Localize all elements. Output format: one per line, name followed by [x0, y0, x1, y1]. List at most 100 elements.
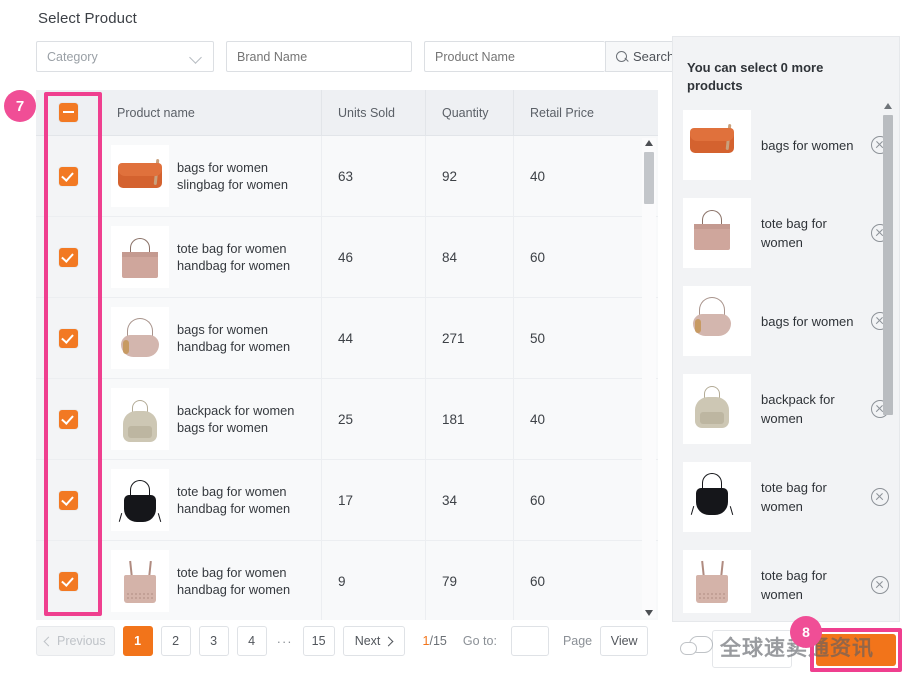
- next-page-label: Next: [354, 634, 381, 648]
- product-thumbnail: [111, 388, 169, 450]
- row-checkbox-cell: [36, 541, 101, 620]
- row-units-sold: 63: [321, 136, 425, 216]
- select-all-checkbox-cell: [36, 103, 101, 122]
- select-all-checkbox[interactable]: [59, 103, 78, 122]
- category-select-value: Category: [47, 49, 98, 64]
- page-indicator-current: 1: [422, 634, 430, 648]
- selected-products-list: bags for women tote bag for women bags f…: [673, 101, 899, 613]
- page-button-4[interactable]: 4: [236, 626, 267, 656]
- page-button-1[interactable]: 1: [122, 626, 153, 656]
- table-row[interactable]: tote bag for women handbag for women 17 …: [36, 460, 658, 541]
- row-checkbox-cell: [36, 136, 101, 216]
- table-row[interactable]: tote bag for women handbag for women 46 …: [36, 217, 658, 298]
- page-button-last[interactable]: 15: [302, 626, 335, 656]
- row-quantity: 271: [425, 298, 513, 378]
- category-select[interactable]: Category: [36, 41, 214, 72]
- scroll-up-arrow-icon[interactable]: [644, 140, 653, 146]
- scroll-down-arrow-icon[interactable]: [644, 610, 653, 616]
- table-scrollbar[interactable]: [642, 138, 656, 618]
- page-title: Select Product: [38, 10, 137, 27]
- product-name: backpack for women bags for women: [177, 403, 295, 435]
- row-product-cell: tote bag for women handbag for women: [101, 217, 321, 297]
- chevron-down-icon: [190, 50, 203, 63]
- row-retail-price: 40: [513, 136, 658, 216]
- footer-secondary-button[interactable]: [712, 630, 792, 668]
- row-checkbox-cell: [36, 298, 101, 378]
- row-product-cell: tote bag for women handbag for women: [101, 541, 321, 620]
- page-indicator-total: 15: [432, 634, 447, 648]
- row-units-sold: 25: [321, 379, 425, 459]
- select-product-dialog: Select Product Category Search Product n…: [0, 0, 919, 680]
- product-search-group: Search: [424, 41, 686, 72]
- annotation-badge-8: 8: [790, 616, 822, 648]
- row-retail-price: 50: [513, 298, 658, 378]
- product-name-input[interactable]: [424, 41, 605, 72]
- scrollbar-thumb[interactable]: [644, 152, 654, 204]
- view-button[interactable]: View: [600, 626, 649, 656]
- table-row[interactable]: bags for women handbag for women 44 271 …: [36, 298, 658, 379]
- goto-label: Go to:: [462, 634, 497, 648]
- row-retail-price: 60: [513, 541, 658, 620]
- list-item: backpack for women: [683, 365, 899, 453]
- previous-page-button[interactable]: Previous: [36, 626, 115, 656]
- product-name: tote bag for women handbag for women: [177, 241, 291, 273]
- goto-page-input[interactable]: [510, 626, 549, 656]
- list-item: tote bag for women: [683, 453, 899, 541]
- column-header-product-name[interactable]: Product name: [101, 106, 321, 120]
- product-thumbnail: [111, 145, 169, 207]
- column-header-quantity[interactable]: Quantity: [425, 89, 513, 136]
- row-units-sold: 17: [321, 460, 425, 540]
- row-retail-price: 60: [513, 460, 658, 540]
- row-checkbox[interactable]: [59, 247, 78, 267]
- list-item: bags for women: [683, 101, 899, 189]
- row-checkbox[interactable]: [59, 166, 78, 186]
- row-product-cell: bags for women handbag for women: [101, 298, 321, 378]
- row-quantity: 84: [425, 217, 513, 297]
- list-item: bags for women: [683, 277, 899, 365]
- scrollbar-thumb[interactable]: [883, 115, 893, 415]
- pagination-ellipsis: ···: [276, 633, 293, 649]
- product-name: tote bag for women handbag for women: [177, 484, 291, 516]
- next-page-button[interactable]: Next: [342, 626, 405, 656]
- selected-panel-scrollbar[interactable]: [881, 103, 895, 651]
- selected-product-name: tote bag for women: [761, 568, 827, 602]
- row-checkbox[interactable]: [59, 490, 78, 510]
- scroll-up-arrow-icon[interactable]: [883, 103, 892, 109]
- row-checkbox[interactable]: [59, 328, 78, 348]
- row-checkbox[interactable]: [59, 409, 78, 429]
- selected-product-name: backpack for women: [761, 392, 835, 426]
- row-quantity: 92: [425, 136, 513, 216]
- row-checkbox-cell: [36, 217, 101, 297]
- footer-primary-button[interactable]: [816, 634, 896, 666]
- brand-name-input[interactable]: [226, 41, 412, 72]
- search-button-label: Search: [633, 49, 675, 64]
- pagination: Previous 1 2 3 4 ··· 15 Next 1/15 Go to:…: [36, 626, 649, 656]
- row-quantity: 181: [425, 379, 513, 459]
- product-thumbnail: [111, 469, 169, 531]
- row-quantity: 34: [425, 460, 513, 540]
- row-product-cell: backpack for women bags for women: [101, 379, 321, 459]
- selected-products-panel: You can select 0 more products bags for …: [672, 36, 900, 651]
- table-header-row: Product name Units Sold Quantity Retail …: [36, 89, 658, 136]
- filter-bar: Category Search: [36, 41, 686, 72]
- annotation-badge-7: 7: [4, 90, 36, 122]
- table-row[interactable]: backpack for women bags for women 25 181…: [36, 379, 658, 460]
- selected-panel-title: You can select 0 more products: [687, 60, 824, 93]
- selected-product-name: tote bag for women: [761, 480, 827, 514]
- product-thumbnail: [683, 374, 751, 444]
- table-row[interactable]: bags for women slingbag for women 63 92 …: [36, 136, 658, 217]
- chevron-left-icon: [43, 636, 54, 646]
- page-button-2[interactable]: 2: [160, 626, 191, 656]
- list-item: tote bag for women: [683, 541, 899, 613]
- row-checkbox-cell: [36, 460, 101, 540]
- page-indicator: 1/15: [423, 634, 447, 648]
- table-row[interactable]: tote bag for women handbag for women 9 7…: [36, 541, 658, 620]
- row-checkbox[interactable]: [59, 571, 78, 591]
- column-header-units-sold[interactable]: Units Sold: [321, 89, 425, 136]
- column-header-retail-price[interactable]: Retail Price: [513, 89, 658, 136]
- row-checkbox-cell: [36, 379, 101, 459]
- row-retail-price: 60: [513, 217, 658, 297]
- product-thumbnail: [683, 462, 751, 532]
- product-name: bags for women slingbag for women: [177, 160, 288, 192]
- page-button-3[interactable]: 3: [198, 626, 229, 656]
